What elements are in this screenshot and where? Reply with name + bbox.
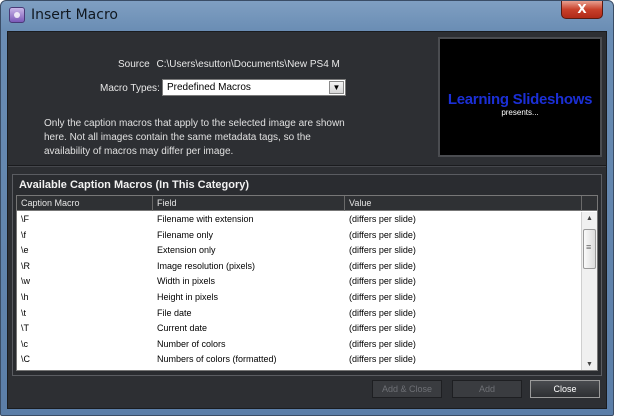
field-cell: File date xyxy=(157,307,192,318)
table-row[interactable]: \t File date (differs per slide) xyxy=(17,306,582,322)
info-text: Only the caption macros that apply to th… xyxy=(44,118,345,157)
macro-code-cell: \h xyxy=(21,291,29,302)
scroll-down-arrow-icon[interactable]: ▼ xyxy=(582,358,597,370)
app-icon xyxy=(9,7,25,23)
macro-code-cell: \t xyxy=(21,307,27,318)
title-bar: Insert Macro X xyxy=(1,1,613,31)
source-label: Source xyxy=(118,59,150,70)
macro-types-dropdown[interactable]: Predefined Macros ▼ xyxy=(162,79,346,96)
value-cell: (differs per slide) xyxy=(349,214,416,224)
source-row: Source C:\Users\esutton\Documents\New PS… xyxy=(118,59,348,70)
macro-code-cell: \f xyxy=(21,229,27,240)
table-row[interactable]: \h Height in pixels (differs per slide) xyxy=(17,290,582,306)
table-row[interactable]: \R Image resolution (pixels) (differs per … xyxy=(17,259,582,275)
table-body: \F Filename with extension (differs per sl… xyxy=(17,212,582,368)
scroll-up-arrow-icon[interactable]: ▲ xyxy=(582,212,597,226)
field-cell: Numbers of colors (formatted) xyxy=(157,354,277,365)
macro-code-cell: \F xyxy=(21,214,29,224)
column-header-field[interactable]: Field xyxy=(153,196,345,211)
value-cell: (differs per slide) xyxy=(349,245,416,256)
column-header-value[interactable]: Value xyxy=(345,196,582,211)
field-cell: Filename only xyxy=(157,229,214,240)
field-cell: Current date xyxy=(157,323,208,334)
value-cell: (differs per slide) xyxy=(349,338,416,349)
macro-code-cell: \c xyxy=(21,338,29,349)
table-header: Caption Macro Field Value xyxy=(17,196,597,211)
column-header-caption-macro[interactable]: Caption Macro xyxy=(17,196,153,211)
table-row[interactable]: \F Filename with extension (differs per sl… xyxy=(17,212,582,228)
value-cell: (differs per slide) xyxy=(349,276,416,287)
add-button[interactable]: Add xyxy=(452,380,522,398)
window-title: Insert Macro xyxy=(31,7,118,23)
preview-title: Learning Slideshows xyxy=(447,91,593,108)
dialog-body: Source C:\Users\esutton\Documents\New PS… xyxy=(7,31,607,409)
field-cell: Number of colors xyxy=(157,338,226,349)
table-row[interactable]: \c Number of colors (differs per slide) xyxy=(17,337,582,353)
macros-panel: Available Caption Macros (In This Catego… xyxy=(12,174,602,376)
value-cell: (differs per slide) xyxy=(349,323,416,334)
value-cell: (differs per slide) xyxy=(349,229,416,240)
table-scrollbar[interactable]: ▲ ▼ xyxy=(581,212,597,370)
table-row[interactable]: \e Extension only (differs per slide) xyxy=(17,243,582,259)
value-cell: (differs per slide) xyxy=(349,291,416,302)
value-cell: (differs per slide) xyxy=(349,307,416,318)
value-cell: (differs per slide) xyxy=(349,260,416,271)
preview-subtitle: presents... xyxy=(501,108,539,117)
table-row[interactable]: \T Current date (differs per slide) xyxy=(17,321,582,337)
chevron-down-icon[interactable]: ▼ xyxy=(329,81,344,94)
field-cell: Filename with extension xyxy=(157,214,254,224)
window-close-button[interactable]: X xyxy=(561,1,603,19)
add-and-close-button[interactable]: Add & Close xyxy=(372,380,442,398)
field-cell: Width in pixels xyxy=(157,276,216,287)
macro-types-selected: Predefined Macros xyxy=(167,82,251,93)
table-row[interactable]: \f Filename only (differs per slide) xyxy=(17,228,582,244)
table-row[interactable]: \C Numbers of colors (formatted) (differs … xyxy=(17,352,582,368)
scroll-thumb[interactable] xyxy=(583,229,596,269)
macro-code-cell: \w xyxy=(21,276,30,287)
field-cell: Image resolution (pixels) xyxy=(157,260,256,271)
macro-types-label: Macro Types: xyxy=(100,83,160,94)
source-path: C:\Users\esutton\Documents\New PS4 M xyxy=(156,59,340,70)
divider xyxy=(8,165,606,167)
value-cell: (differs per slide) xyxy=(349,354,416,365)
slide-preview: Learning Slideshows presents... xyxy=(438,37,602,157)
field-cell: Extension only xyxy=(157,245,216,256)
macro-code-cell: \T xyxy=(21,323,29,334)
macro-code-cell: \C xyxy=(21,354,30,365)
insert-macro-window: Insert Macro X Source C:\Users\esutton\D… xyxy=(0,0,614,416)
macros-table: Caption Macro Field Value \F Filename wit… xyxy=(16,195,598,371)
table-row[interactable]: \w Width in pixels (differs per slide) xyxy=(17,274,582,290)
macro-code-cell: \e xyxy=(21,245,29,256)
macro-code-cell: \R xyxy=(21,260,30,271)
field-cell: Height in pixels xyxy=(157,291,219,302)
panel-title: Available Caption Macros (In This Catego… xyxy=(19,179,250,191)
close-button[interactable]: Close xyxy=(530,380,600,398)
